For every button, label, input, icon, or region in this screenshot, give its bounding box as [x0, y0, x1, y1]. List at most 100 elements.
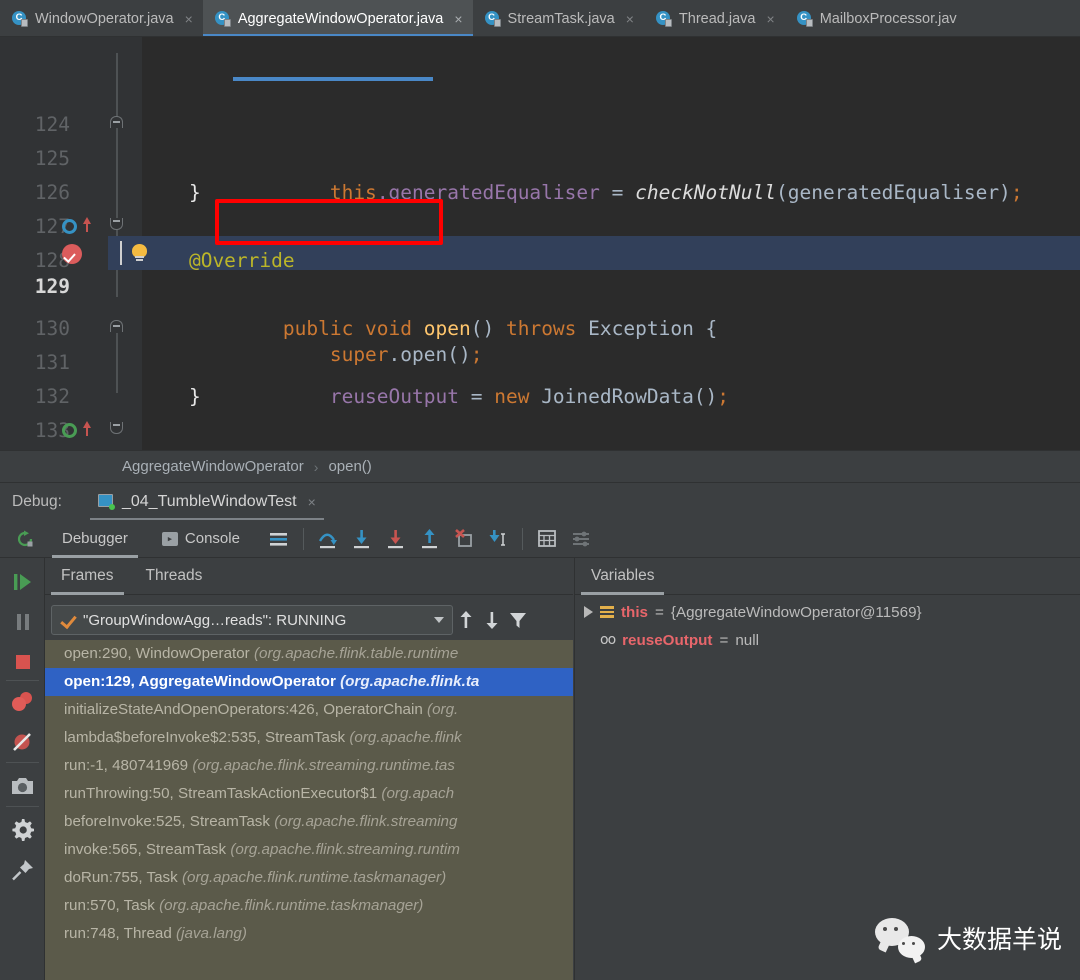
intention-bulb-icon[interactable]	[131, 244, 148, 261]
close-icon[interactable]: ×	[626, 11, 634, 27]
thread-selector-bar: "GroupWindowAgg…reads": RUNNING	[45, 603, 573, 637]
run-configuration-icon	[97, 493, 115, 510]
pin-icon[interactable]	[7, 854, 39, 886]
variables-panel-tabs: Variables	[575, 558, 1080, 595]
variable-row-reuseoutput[interactable]: oo reuseOutput = null	[575, 626, 1080, 654]
mute-breakpoints-icon[interactable]	[7, 726, 39, 758]
rerun-icon[interactable]	[12, 529, 38, 549]
code-line-132[interactable]: 132	[0, 346, 1080, 408]
view-breakpoints-icon[interactable]	[7, 686, 39, 718]
editor-tab-thread[interactable]: C Thread.java ×	[644, 0, 785, 36]
code-line-131[interactable]: 131 }	[0, 312, 1080, 408]
java-class-icon: C	[484, 10, 501, 27]
frame-package: (org.apache.flink.streaming.runtim	[230, 841, 460, 858]
settings-list-icon[interactable]	[566, 524, 596, 554]
frame-package: (java.lang)	[176, 925, 247, 942]
frame-package: (org.apach	[381, 785, 455, 802]
implemented-method-icon[interactable]	[62, 423, 77, 438]
stack-frame-row[interactable]: run:-1, 480741969 (org.apache.flink.stre…	[45, 752, 573, 780]
tab-label: StreamTask.java	[507, 10, 615, 27]
tab-label: Frames	[61, 567, 114, 584]
editor-tab-windowoperator[interactable]: C WindowOperator.java ×	[0, 0, 203, 36]
code-line-126[interactable]: 126	[0, 142, 1080, 204]
frame-method: initializeStateAndOpenOperators:426, Ope…	[64, 701, 428, 718]
object-field-icon	[600, 605, 614, 619]
variables-panel: Variables this = {AggregateWindowOperato…	[574, 558, 1080, 980]
move-down-icon[interactable]	[479, 605, 505, 635]
variable-row-this[interactable]: this = {AggregateWindowOperator@11569}	[575, 598, 1080, 626]
force-step-into-icon[interactable]	[381, 524, 411, 554]
stack-frame-row[interactable]: open:290, WindowOperator (org.apache.fli…	[45, 640, 573, 668]
show-execution-point-icon[interactable]	[264, 524, 294, 554]
editor-tab-aggregatewindowoperator[interactable]: C AggregateWindowOperator.java ×	[202, 0, 473, 36]
code-line-130[interactable]: 130 reuseOutput = new JoinedRowData();	[0, 278, 1080, 408]
step-into-icon[interactable]	[347, 524, 377, 554]
stack-frame-row[interactable]: run:748, Thread (java.lang)	[45, 920, 573, 948]
tab-label: Threads	[145, 567, 203, 584]
code-line-125[interactable]: 125 }	[0, 108, 1080, 204]
frame-package: (org.apache.flink.ta	[340, 673, 480, 690]
stack-frame-row[interactable]: runThrowing:50, StreamTaskActionExecutor…	[45, 780, 573, 808]
stack-frame-row[interactable]: initializeStateAndOpenOperators:426, Ope…	[45, 696, 573, 724]
java-class-icon: C	[214, 10, 231, 27]
run-to-cursor-icon[interactable]	[483, 524, 513, 554]
tab-variables[interactable]: Variables	[575, 558, 670, 595]
close-icon[interactable]: ×	[767, 11, 775, 27]
tab-threads[interactable]: Threads	[130, 558, 219, 595]
stack-frame-row[interactable]: invoke:565, StreamTask (org.apache.flink…	[45, 836, 573, 864]
breadcrumb-class[interactable]: AggregateWindowOperator	[122, 458, 304, 475]
fold-marker[interactable]	[110, 218, 123, 230]
expand-triangle-icon[interactable]	[584, 606, 593, 618]
stack-frame-row[interactable]: lambda$beforeInvoke$2:535, StreamTask (o…	[45, 724, 573, 752]
filter-icon[interactable]	[505, 605, 531, 635]
code-line-133[interactable]: 133 @Override	[0, 380, 1080, 442]
stack-frame-row[interactable]: doRun:755, Task (org.apache.flink.runtim…	[45, 864, 573, 892]
tab-debugger[interactable]: Debugger	[52, 520, 138, 558]
camera-icon[interactable]	[7, 770, 39, 802]
code-line-127[interactable]: 127 @Override	[0, 176, 1080, 272]
evaluate-expression-icon[interactable]	[532, 524, 562, 554]
chevron-down-icon[interactable]	[434, 617, 444, 623]
frame-package: (org.apache.flink.runtime.taskmanager)	[159, 897, 424, 914]
code-editor[interactable]: 124 this.generatedEqualiser = checkNotNu…	[0, 37, 1080, 450]
code-line-124[interactable]: 124 this.generatedEqualiser = checkNotNu…	[0, 74, 1080, 204]
frame-package: (org.apache.flink.runtime.taskmanager)	[181, 869, 447, 886]
overridden-method-icon[interactable]	[62, 219, 77, 234]
tab-label: Variables	[591, 567, 655, 584]
resume-program-icon[interactable]	[7, 566, 39, 598]
pause-program-icon[interactable]	[7, 606, 39, 638]
debug-session-tab[interactable]: _04_TumbleWindowTest ×	[89, 483, 324, 521]
fold-marker[interactable]	[110, 116, 123, 128]
call-stack-list[interactable]: open:290, WindowOperator (org.apache.fli…	[45, 640, 573, 980]
close-icon[interactable]: ×	[308, 494, 316, 510]
drop-frame-icon[interactable]	[449, 524, 479, 554]
frame-method: beforeInvoke:525, StreamTask	[64, 813, 275, 830]
watermark: 大数据羊说	[874, 918, 1062, 958]
stop-icon[interactable]	[7, 646, 39, 678]
move-up-icon[interactable]	[453, 605, 479, 635]
tab-frames[interactable]: Frames	[45, 558, 130, 595]
editor-tab-streamtask[interactable]: C StreamTask.java ×	[473, 0, 644, 36]
step-out-icon[interactable]	[415, 524, 445, 554]
breakpoint-verified-icon[interactable]	[62, 244, 82, 264]
breadcrumb-method[interactable]: open()	[328, 458, 371, 475]
code-line-134[interactable]: 134 protected void compileGeneratedCode(…	[0, 414, 1080, 448]
stack-frame-row[interactable]: beforeInvoke:525, StreamTask (org.apache…	[45, 808, 573, 836]
close-icon[interactable]: ×	[185, 11, 193, 27]
tab-label: Debugger	[62, 530, 128, 547]
close-icon[interactable]: ×	[454, 11, 462, 27]
frame-package: (org.apache.flink	[349, 729, 462, 746]
stack-frame-row-selected[interactable]: open:129, AggregateWindowOperator (org.a…	[45, 668, 573, 696]
thread-selector[interactable]: "GroupWindowAgg…reads": RUNNING	[51, 605, 453, 635]
editor-tab-mailboxprocessor[interactable]: C MailboxProcessor.jav	[785, 0, 967, 36]
java-class-icon: C	[655, 10, 672, 27]
fold-marker[interactable]	[110, 422, 123, 434]
variables-list[interactable]: this = {AggregateWindowOperator@11569} o…	[575, 598, 1080, 654]
step-over-icon[interactable]	[313, 524, 343, 554]
code-line-129[interactable]: 129 super.open();	[0, 236, 1080, 366]
stack-frame-row[interactable]: run:570, Task (org.apache.flink.runtime.…	[45, 892, 573, 920]
tab-console[interactable]: ▸ Console	[152, 520, 250, 558]
settings-gear-icon[interactable]	[7, 814, 39, 846]
fold-marker[interactable]	[110, 320, 123, 332]
console-icon: ▸	[161, 531, 178, 546]
